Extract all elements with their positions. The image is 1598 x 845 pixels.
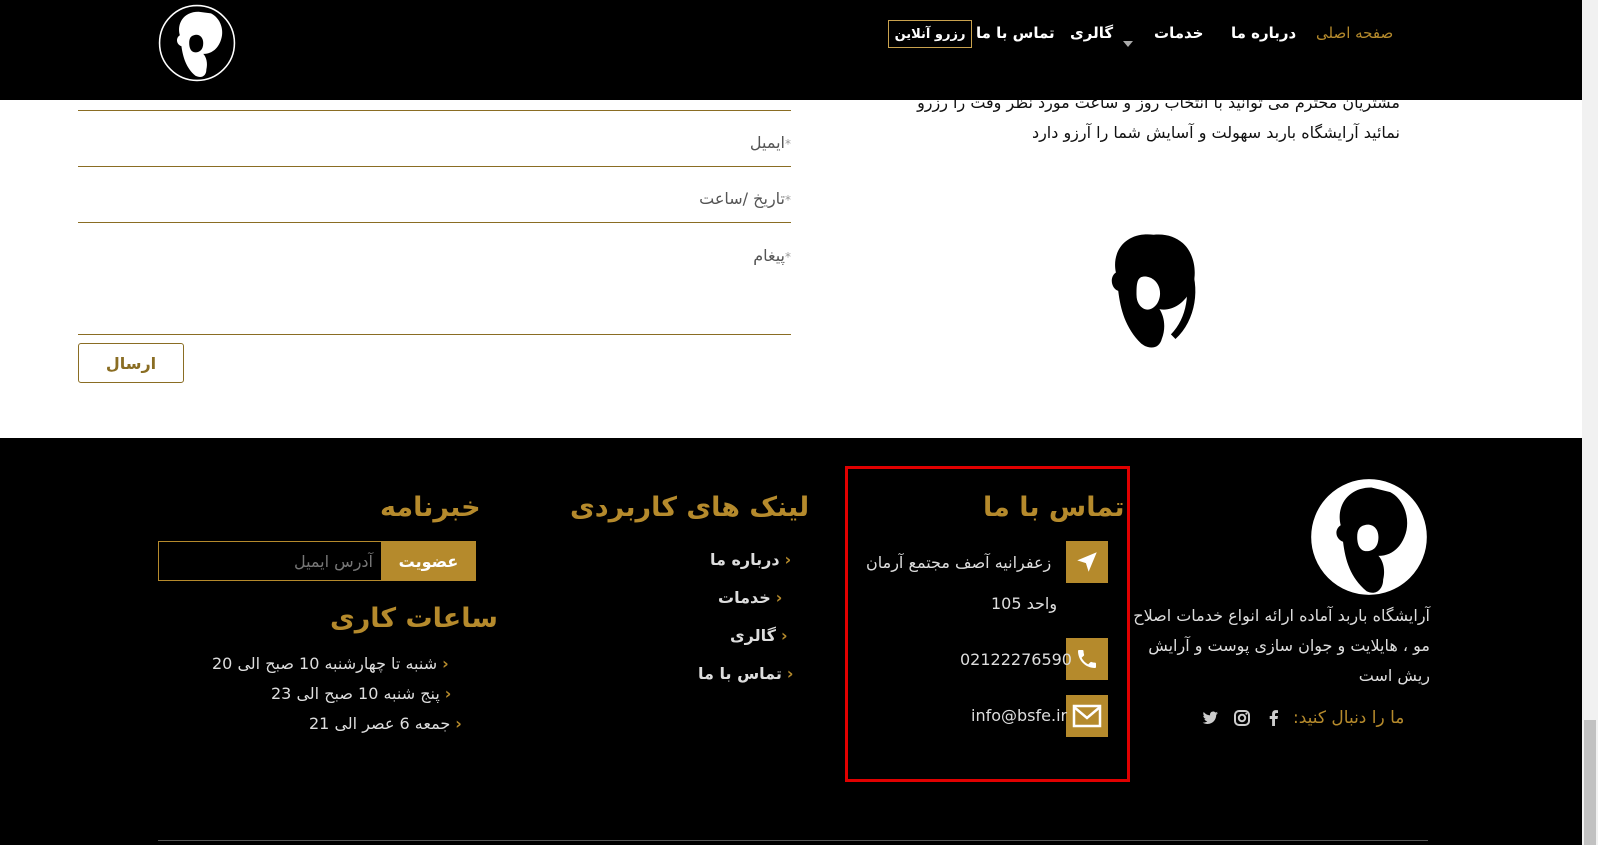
nav-item-services[interactable]: خدمات	[1154, 24, 1203, 42]
page-scrollbar[interactable]	[1582, 0, 1598, 845]
twitter-icon[interactable]	[1200, 708, 1220, 728]
email-field[interactable]: *ایمیل	[78, 111, 791, 167]
hours-item: ‹پنج شنبه 10 صبح الی 23	[271, 684, 452, 703]
submit-button[interactable]: ارسال	[78, 343, 184, 383]
scrollbar-thumb[interactable]	[1584, 720, 1596, 845]
footer-link-gallery[interactable]: ‹گالری	[730, 626, 788, 645]
message-field[interactable]: *پیغام	[78, 223, 791, 335]
facebook-icon[interactable]	[1264, 708, 1284, 728]
chevron-icon: ‹	[455, 714, 462, 733]
newsletter-email-input[interactable]: آدرس ایمیل	[158, 541, 381, 581]
chevron-icon: ‹	[786, 664, 794, 683]
caret-down-icon[interactable]	[1123, 41, 1133, 47]
contact-address-line1: زعفرانیه آصف مجتمع آرمان	[866, 553, 1052, 572]
newsletter-title: خبرنامه	[380, 492, 481, 523]
chevron-icon: ‹	[444, 684, 452, 703]
about-text: آرایشگاه باربد آماده ارائه انواع خدمات ا…	[1133, 606, 1430, 685]
footer-link-services[interactable]: ‹خدمات	[718, 588, 782, 607]
chevron-icon: ‹	[442, 654, 449, 673]
contact-phone[interactable]: 02122276590	[960, 650, 1072, 669]
hours-title: ساعات کاری	[330, 603, 498, 634]
site-header: رزرو آنلاین تماس با ما گالری خدمات دربار…	[0, 0, 1582, 100]
bearded-man-logo	[1111, 234, 1196, 348]
bearded-man-logo	[1311, 479, 1427, 595]
hours-item: ‹جمعه 6 عصر الی 21	[309, 714, 462, 733]
footer-link-contact[interactable]: ‹تماس با ما	[698, 664, 793, 683]
contact-email[interactable]: info@bsfe.ir	[971, 706, 1067, 725]
chevron-icon: ‹	[784, 550, 792, 569]
contact-title: تماس با ما	[983, 492, 1125, 523]
datetime-field[interactable]: *تاریخ /ساعت	[78, 167, 791, 223]
links-title: لینک های کاربردی	[570, 492, 810, 523]
nav-item-home[interactable]: صفحه اصلی	[1316, 24, 1393, 42]
contact-address-line2: واحد 105	[991, 594, 1058, 613]
newsletter-subscribe-button[interactable]: عضویت	[381, 541, 476, 581]
nav-item-about[interactable]: درباره ما	[1231, 24, 1296, 42]
bearded-man-logo[interactable]	[158, 4, 236, 82]
instagram-icon[interactable]	[1232, 708, 1252, 728]
phone-icon	[1066, 638, 1108, 680]
envelope-icon	[1066, 695, 1108, 737]
chevron-icon: ‹	[775, 588, 783, 607]
follow-label: ما را دنبال کنید:	[1293, 708, 1405, 728]
footer-link-about[interactable]: ‹درباره ما	[710, 550, 791, 569]
location-arrow-icon	[1066, 541, 1108, 583]
nav-item-contact[interactable]: تماس با ما	[976, 24, 1055, 42]
hours-item: ‹شنبه تا چهارشنبه 10 صبح الی 20	[212, 654, 449, 673]
footer-divider	[158, 840, 1428, 841]
reserve-online-button[interactable]: رزرو آنلاین	[888, 20, 972, 48]
nav-item-gallery[interactable]: گالری	[1070, 24, 1113, 42]
chevron-icon: ‹	[780, 626, 788, 645]
